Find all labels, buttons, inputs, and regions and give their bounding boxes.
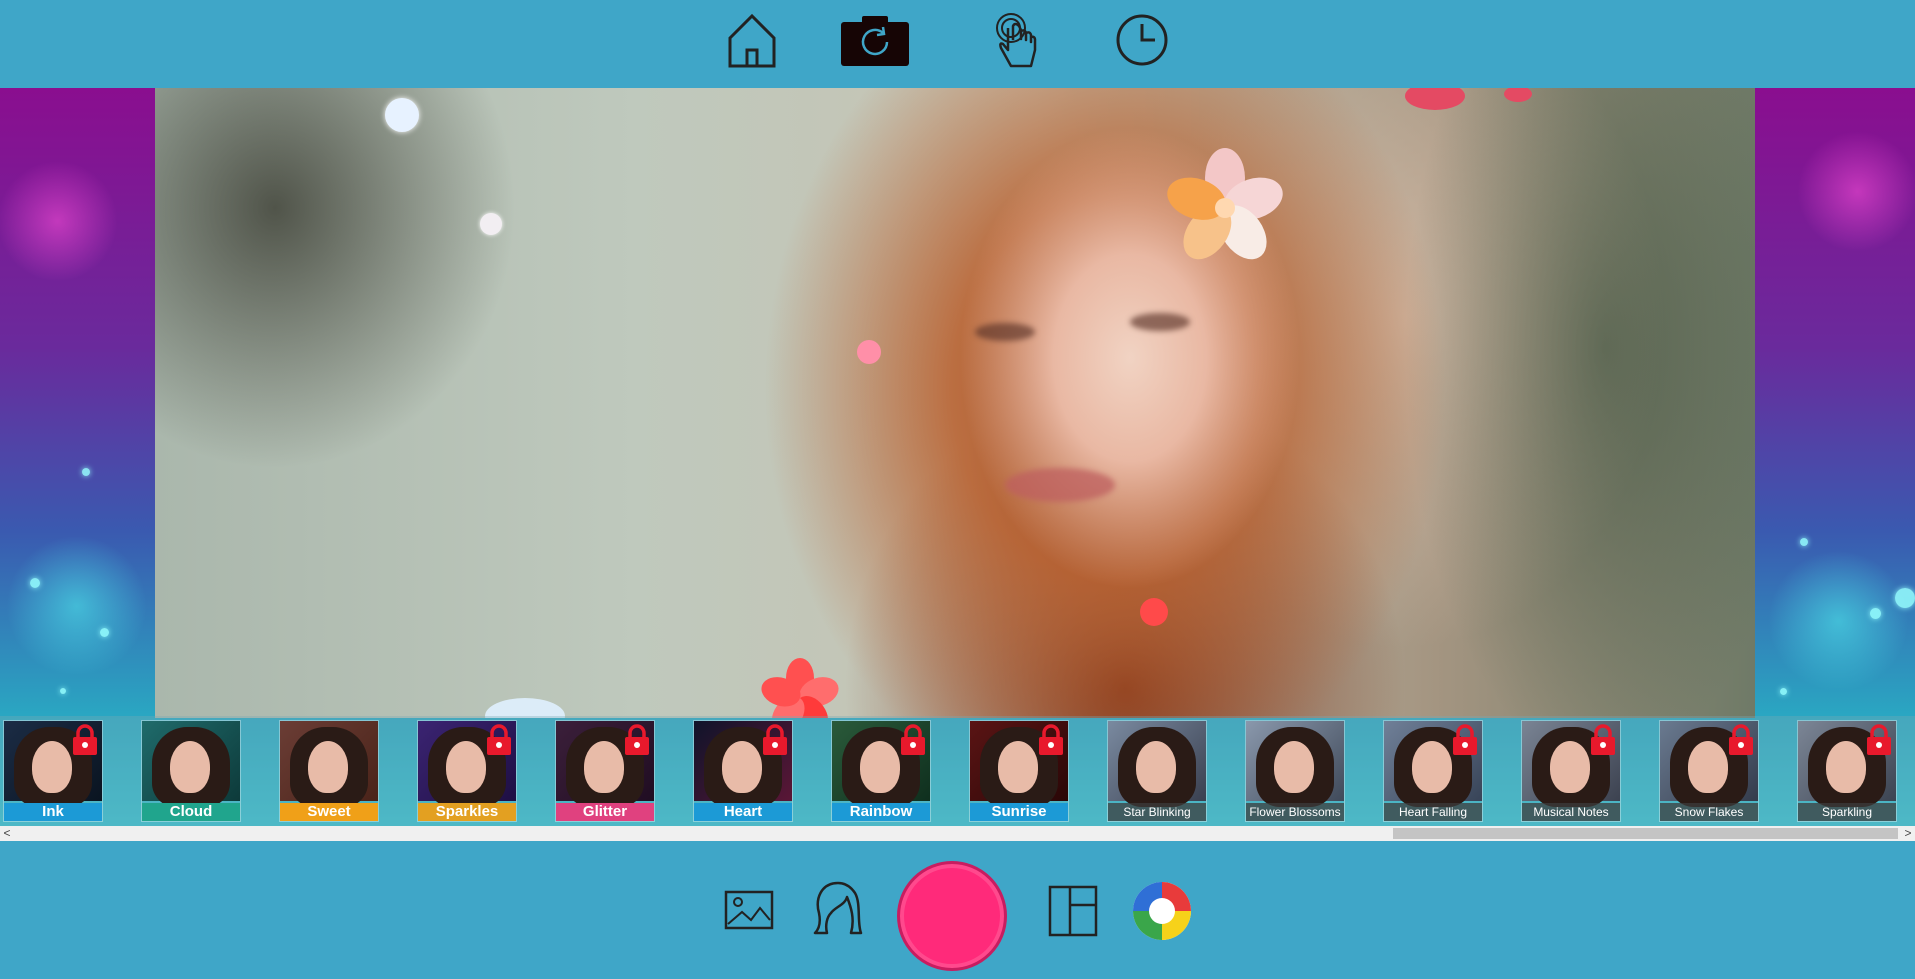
filter-thumb-cloud[interactable]: Cloud [141, 720, 241, 822]
face-eye [1130, 313, 1190, 331]
filter-thumb-snow-flakes[interactable]: Snow Flakes [1659, 720, 1759, 822]
home-button[interactable] [716, 8, 788, 72]
layout-button[interactable] [1046, 883, 1100, 939]
filter-label: Sweet [280, 803, 378, 821]
effects-button[interactable] [1130, 879, 1194, 943]
filter-label: Heart [694, 803, 792, 821]
lock-icon [1039, 724, 1063, 755]
lock-icon [901, 724, 925, 755]
sparkle [82, 468, 90, 476]
clock-icon [1116, 14, 1168, 66]
filter-preview-image [1108, 721, 1206, 807]
camera-rotate-icon [841, 16, 909, 66]
filter-preview-face [446, 741, 486, 793]
flower-sticker [1140, 598, 1168, 626]
image-icon [724, 890, 774, 930]
filter-preview-image [142, 721, 240, 807]
flower-sticker [1167, 148, 1283, 260]
lock-icon [1729, 724, 1753, 755]
flower-sticker [1405, 88, 1532, 110]
filter-preview-face [1826, 741, 1866, 793]
color-wheel-icon [1133, 882, 1191, 940]
flower-sticker [485, 698, 565, 718]
filter-thumb-rainbow[interactable]: Rainbow [831, 720, 931, 822]
layout-icon [1048, 885, 1098, 937]
gallery-button[interactable] [722, 883, 776, 937]
filter-preview-face [1412, 741, 1452, 793]
lock-icon [1867, 724, 1891, 755]
camera-switch-button[interactable] [840, 12, 910, 68]
filter-preview-face [32, 741, 72, 793]
filter-thumb-flower-blossoms[interactable]: Flower Blossoms [1245, 720, 1345, 822]
filter-preview-face [1688, 741, 1728, 793]
filter-label: Star Blinking [1108, 803, 1206, 821]
filter-thumb-sweet[interactable]: Sweet [279, 720, 379, 822]
bottom-nav-bar [0, 841, 1915, 979]
filter-preview-face [998, 741, 1038, 793]
filter-label: Musical Notes [1522, 803, 1620, 821]
scroll-right-arrow[interactable]: > [1901, 826, 1915, 841]
sparkle [1780, 688, 1787, 695]
filter-thumb-musical-notes[interactable]: Musical Notes [1521, 720, 1621, 822]
filter-preview-face [170, 741, 210, 793]
filter-preview-image [1246, 721, 1344, 807]
filter-label: Snow Flakes [1660, 803, 1758, 821]
hair-icon [813, 881, 863, 935]
filter-label: Ink [4, 803, 102, 821]
filter-thumb-heart-falling[interactable]: Heart Falling [1383, 720, 1483, 822]
flower-sticker [761, 658, 839, 718]
filter-label: Glitter [556, 803, 654, 821]
filter-thumb-ink[interactable]: Ink [3, 720, 103, 822]
flower-sticker [480, 213, 502, 235]
filter-label: Sunrise [970, 803, 1068, 821]
filter-thumb-heart[interactable]: Heart [693, 720, 793, 822]
filter-preview-face [1550, 741, 1590, 793]
filter-preview-image [280, 721, 378, 807]
lock-icon [487, 724, 511, 755]
camera-preview[interactable] [155, 88, 1755, 718]
filter-label: Cloud [142, 803, 240, 821]
filter-preview-face [722, 741, 762, 793]
flower-sticker [385, 98, 419, 132]
sparkle [100, 628, 109, 637]
filter-label: Heart Falling [1384, 803, 1482, 821]
sparkle [30, 578, 40, 588]
filter-preview-face [1136, 741, 1176, 793]
sparkle [1895, 588, 1915, 608]
filter-preview-face [1274, 741, 1314, 793]
history-button[interactable] [1106, 8, 1178, 72]
filter-preview-face [308, 741, 348, 793]
home-icon [728, 13, 776, 68]
filter-label: Sparkling [1798, 803, 1896, 821]
lock-icon [1453, 724, 1477, 755]
filter-thumb-sparkles[interactable]: Sparkles [417, 720, 517, 822]
sparkle [1870, 608, 1881, 619]
sparkle [1800, 538, 1808, 546]
flower-sticker [857, 340, 881, 364]
filter-thumb-sparkling[interactable]: Sparkling [1797, 720, 1897, 822]
filter-preview-face [860, 741, 900, 793]
touch-button[interactable] [980, 8, 1052, 72]
lock-icon [1591, 724, 1615, 755]
filter-thumb-star-blinking[interactable]: Star Blinking [1107, 720, 1207, 822]
sparkle [60, 688, 66, 694]
face-eye [975, 323, 1035, 341]
scroll-left-arrow[interactable]: < [0, 826, 14, 841]
filter-label: Rainbow [832, 803, 930, 821]
filter-thumb-glitter[interactable]: Glitter [555, 720, 655, 822]
filter-preview-face [584, 741, 624, 793]
hair-style-button[interactable] [810, 875, 866, 939]
lock-icon [73, 724, 97, 755]
scroll-thumb[interactable] [1393, 828, 1898, 839]
filter-label: Sparkles [418, 803, 516, 821]
lock-icon [763, 724, 787, 755]
capture-button[interactable] [897, 861, 1007, 971]
face-lips [1005, 468, 1115, 502]
lock-icon [625, 724, 649, 755]
filter-label: Flower Blossoms [1246, 803, 1344, 821]
top-nav-bar [0, 0, 1915, 88]
touch-hand-icon [996, 13, 1037, 68]
filter-thumb-sunrise[interactable]: Sunrise [969, 720, 1069, 822]
horizontal-scrollbar[interactable]: < > [0, 826, 1915, 841]
